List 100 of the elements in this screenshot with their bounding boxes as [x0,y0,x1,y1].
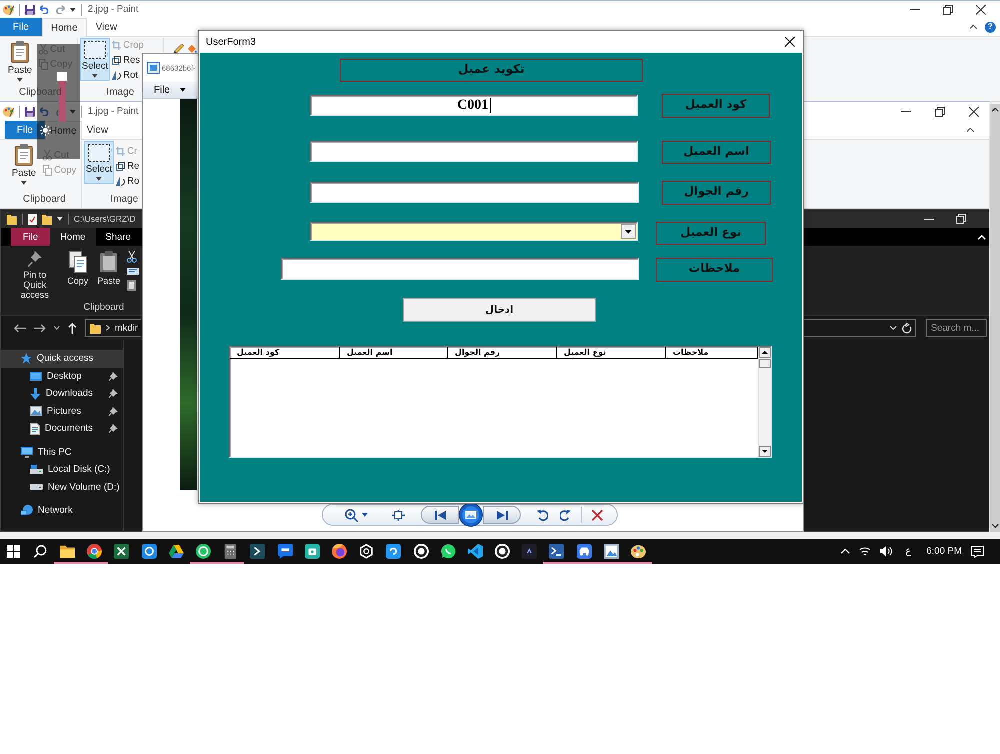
file-menu-button[interactable]: File [5,121,46,139]
rotate-left-icon[interactable] [537,509,548,521]
zoom-icon[interactable] [345,508,358,522]
input-field[interactable] [310,141,638,162]
minimize-icon[interactable] [924,218,934,220]
address-field[interactable] [801,319,916,337]
globe-icon [332,544,347,559]
nav-item[interactable]: Downloads [1,385,123,402]
wifi-icon[interactable] [858,546,871,557]
help-button[interactable]: ? [985,22,996,32]
notification-icon[interactable] [971,546,984,558]
copy-path-icon[interactable] [127,268,139,275]
paste-button[interactable]: Paste [10,141,38,188]
input-language-indicator[interactable]: ع [906,546,912,557]
input-field[interactable]: C001 [310,95,638,116]
slideshow-button[interactable] [459,503,483,527]
restore-icon[interactable] [956,214,966,224]
input-field[interactable] [310,182,639,203]
copy-button[interactable]: Copy [65,249,91,288]
clipboard-icon [15,144,34,166]
folder-icon[interactable] [42,214,52,224]
search-field[interactable]: Search m... [926,319,987,337]
caret-icon[interactable] [17,78,24,82]
nav-item[interactable]: Quick access [1,350,123,368]
nav-item[interactable]: Pictures [1,402,123,420]
caret-icon[interactable] [621,224,636,239]
nav-item[interactable]: This PC [1,444,123,461]
caret-icon[interactable] [362,513,368,517]
check-document-icon[interactable] [28,214,37,224]
paste-shortcut-icon[interactable] [127,280,136,291]
file-menu-button[interactable]: File [152,84,188,96]
caret-icon[interactable] [70,8,76,12]
tool-button[interactable]: Ro [116,174,140,189]
chevron-up-icon[interactable] [967,128,974,132]
restore-icon[interactable] [935,106,945,116]
save-icon[interactable] [25,4,35,14]
restore-icon[interactable] [943,4,953,14]
rotate-right-icon[interactable] [560,509,571,521]
submit-button[interactable]: ادخال [403,298,596,322]
back-arrow-icon[interactable] [14,324,26,332]
undo-icon[interactable] [40,107,50,116]
nav-item[interactable]: Documents [1,420,123,438]
ribbon-tab[interactable]: Home [50,228,96,246]
scroll-thumb-icon[interactable] [759,359,771,368]
next-button[interactable] [483,506,521,524]
address-field[interactable]: mkdir [85,319,141,337]
ring-circle-icon [196,544,212,559]
nav-item[interactable]: Desktop [1,368,123,385]
caret-icon[interactable] [96,177,102,181]
hexagon-icon [359,544,374,559]
chevron-down-icon[interactable] [54,326,60,330]
input-field[interactable] [281,258,639,280]
undo-icon[interactable] [40,5,50,14]
caret-icon[interactable] [92,74,98,78]
delete-icon[interactable] [592,510,603,520]
scrollbar[interactable] [989,104,1000,532]
scrollbar[interactable] [758,347,771,457]
forward-arrow-icon[interactable] [34,324,46,332]
scroll-down-icon[interactable] [992,524,998,528]
volume-icon[interactable] [880,546,893,557]
ribbon-tab[interactable]: Home [42,18,87,37]
close-icon[interactable] [785,37,795,47]
rotate-icon [116,177,126,186]
scroll-up-icon[interactable] [992,108,998,112]
ribbon-tab[interactable]: Home [45,121,82,140]
dropdown-field[interactable] [310,222,638,241]
chevron-right-icon [106,325,110,331]
tool-button[interactable]: Rot [112,68,144,83]
caret-icon[interactable] [57,217,63,221]
paste-button[interactable]: Paste [6,38,34,85]
caret-icon[interactable] [21,181,28,185]
tool-button[interactable]: Re [116,159,140,174]
group-label: Image [110,194,140,207]
nav-item[interactable]: Network [1,502,123,520]
scroll-up-icon[interactable] [759,347,771,358]
previous-button[interactable] [421,506,459,524]
nav-item[interactable]: New Volume (D:) [1,478,123,496]
file-menu-button[interactable]: File [11,228,50,246]
save-icon[interactable] [25,106,35,116]
scroll-down-icon[interactable] [759,446,771,457]
paint-bucket-icon[interactable] [187,44,197,54]
group-label: Clipboard [82,302,126,315]
scissors-icon[interactable] [127,251,137,263]
up-arrow-icon[interactable] [68,322,77,334]
clock[interactable]: 6:00 PM [926,546,962,557]
file-menu-button[interactable]: File [0,18,42,36]
caret-icon[interactable] [180,88,186,92]
disk-drive-icon [30,465,43,474]
pin-button[interactable]: Pin to Quick access [9,249,61,302]
close-icon[interactable] [976,4,986,14]
clipboard-icon [100,251,118,273]
paste-button[interactable]: Paste [95,249,123,288]
chevron-up-icon[interactable] [970,25,977,29]
select-button[interactable]: Select [84,141,114,184]
close-icon[interactable] [969,106,979,116]
nav-item[interactable]: Local Disk (C:) [1,461,123,478]
redo-icon[interactable] [55,5,65,14]
refresh-icon[interactable] [902,322,912,334]
select-button[interactable]: Select [80,38,110,81]
fit-to-window-icon[interactable] [392,510,405,520]
